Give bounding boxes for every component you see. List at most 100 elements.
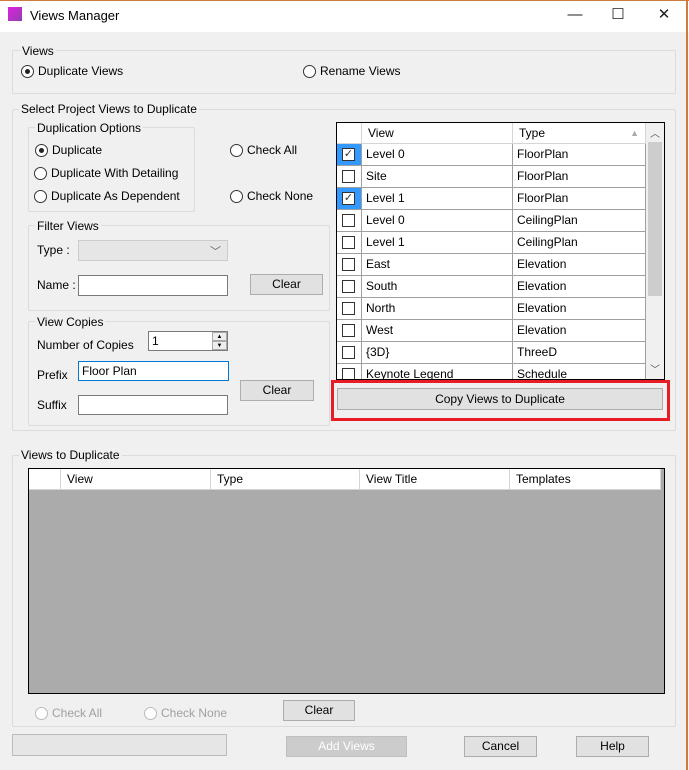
table-row[interactable]: Level 1 CeilingPlan	[337, 232, 646, 254]
add-views-button[interactable]: Add Views	[286, 736, 407, 757]
type-column-header[interactable]: Type ▲	[513, 123, 646, 144]
row-checkbox[interactable]	[342, 346, 355, 359]
bottom-check-none-radio[interactable]: Check None	[144, 706, 227, 720]
radio-label: Check None	[247, 189, 314, 203]
type-cell: ThreeD	[513, 342, 646, 363]
scroll-down-icon[interactable]: ﹀	[646, 361, 664, 376]
row-checkbox[interactable]	[342, 170, 355, 183]
table-row[interactable]: East Elevation	[337, 254, 646, 276]
radio-indicator	[34, 189, 47, 203]
project-views-grid[interactable]: View Type ▲ ✓ Level 0 FloorPlan Site Floo…	[336, 122, 665, 380]
check-none-radio[interactable]: Check None	[230, 189, 313, 203]
row-header-column	[29, 469, 61, 490]
checkbox-cell[interactable]	[337, 276, 362, 297]
prefix-label: Prefix	[37, 368, 68, 382]
type-cell: Elevation	[513, 276, 646, 297]
table-row[interactable]: Keynote Legend Schedule	[337, 364, 646, 379]
radio-label: Check All	[52, 706, 103, 720]
duplicate-with-detailing-radio[interactable]: Duplicate With Detailing	[34, 166, 178, 180]
checkbox-cell[interactable]	[337, 342, 362, 363]
type-select[interactable]: ﹀	[78, 240, 228, 261]
view-copies-label: View Copies	[35, 315, 106, 329]
name-input[interactable]	[78, 275, 228, 296]
close-button[interactable]: ✕	[644, 4, 684, 28]
checkbox-cell[interactable]	[337, 364, 362, 379]
radio-label: Duplicate Views	[38, 64, 124, 78]
copy-views-to-duplicate-button[interactable]: Copy Views to Duplicate	[337, 388, 663, 410]
stepper-up-icon[interactable]: ▲	[212, 332, 227, 341]
table-row[interactable]: ✓ Level 0 FloorPlan	[337, 144, 646, 166]
row-checkbox[interactable]: ✓	[342, 192, 355, 205]
window-title: Views Manager	[30, 8, 120, 23]
radio-indicator	[230, 189, 243, 203]
checkbox-cell[interactable]	[337, 210, 362, 231]
row-checkbox[interactable]: ✓	[342, 148, 355, 161]
view-cell: Level 0	[362, 210, 513, 231]
filter-clear-button[interactable]: Clear	[250, 274, 323, 295]
table-row[interactable]: Site FloorPlan	[337, 166, 646, 188]
checkbox-cell[interactable]	[337, 166, 362, 187]
view-column-header[interactable]: View	[61, 469, 211, 490]
checkbox-cell[interactable]	[337, 320, 362, 341]
scroll-up-icon[interactable]: ︿	[646, 125, 664, 140]
duplicate-as-dependent-radio[interactable]: Duplicate As Dependent	[34, 189, 180, 203]
sort-ascending-icon: ▲	[630, 128, 639, 138]
check-all-radio[interactable]: Check All	[230, 143, 297, 157]
view-column-header[interactable]: View	[362, 123, 513, 144]
row-checkbox[interactable]	[342, 236, 355, 249]
stepper-value: 1	[152, 334, 159, 348]
views-to-duplicate-label: Views to Duplicate	[19, 448, 122, 462]
scrollbar-thumb[interactable]	[648, 142, 662, 296]
type-cell: FloorPlan	[513, 166, 646, 187]
row-checkbox[interactable]	[342, 368, 355, 379]
radio-indicator	[230, 143, 243, 157]
help-button[interactable]: Help	[576, 736, 649, 757]
radio-label: Rename Views	[320, 64, 401, 78]
type-cell: CeilingPlan	[513, 232, 646, 253]
number-of-copies-stepper[interactable]: 1 ▲ ▼	[148, 331, 228, 351]
minimize-button[interactable]: —	[555, 4, 595, 28]
copies-clear-button[interactable]: Clear	[240, 380, 314, 401]
name-label: Name :	[37, 278, 76, 292]
suffix-input[interactable]	[78, 395, 228, 415]
templates-column-header[interactable]: Templates	[510, 469, 661, 490]
prefix-input[interactable]: Floor Plan	[78, 361, 229, 381]
checkbox-cell[interactable]: ✓	[337, 188, 362, 209]
maximize-button[interactable]: ☐	[598, 4, 638, 28]
row-checkbox[interactable]	[342, 214, 355, 227]
vertical-scrollbar[interactable]: ︿ ﹀	[646, 123, 664, 379]
table-row[interactable]: ✓ Level 1 FloorPlan	[337, 188, 646, 210]
row-checkbox[interactable]	[342, 302, 355, 315]
table-row[interactable]: South Elevation	[337, 276, 646, 298]
row-checkbox[interactable]	[342, 258, 355, 271]
checkbox-cell[interactable]	[337, 232, 362, 253]
checkbox-cell[interactable]: ✓	[337, 144, 362, 165]
view-title-column-header[interactable]: View Title	[360, 469, 510, 490]
window-border	[686, 0, 688, 770]
rename-views-radio[interactable]: Rename Views	[303, 64, 400, 78]
stepper-down-icon[interactable]: ▼	[212, 341, 227, 350]
table-row[interactable]: North Elevation	[337, 298, 646, 320]
radio-label: Check None	[161, 706, 228, 720]
bottom-check-all-radio[interactable]: Check All	[35, 706, 102, 720]
status-field	[12, 734, 227, 756]
checkbox-cell[interactable]	[337, 298, 362, 319]
radio-label: Check All	[247, 143, 298, 157]
checkbox-cell[interactable]	[337, 254, 362, 275]
bottom-clear-button[interactable]: Clear	[283, 700, 355, 721]
duplicate-radio[interactable]: Duplicate	[35, 143, 102, 157]
view-cell: Level 1	[362, 188, 513, 209]
table-row[interactable]: West Elevation	[337, 320, 646, 342]
type-cell: CeilingPlan	[513, 210, 646, 231]
select-views-group-label: Select Project Views to Duplicate	[19, 102, 199, 116]
table-row[interactable]: Level 0 CeilingPlan	[337, 210, 646, 232]
cancel-button[interactable]: Cancel	[464, 736, 537, 757]
duplicate-views-radio[interactable]: Duplicate Views	[21, 64, 123, 78]
row-checkbox[interactable]	[342, 324, 355, 337]
row-checkbox[interactable]	[342, 280, 355, 293]
type-column-header[interactable]: Type	[211, 469, 360, 490]
type-cell: Elevation	[513, 254, 646, 275]
table-row[interactable]: {3D} ThreeD	[337, 342, 646, 364]
view-cell: West	[362, 320, 513, 341]
views-to-duplicate-grid[interactable]: View Type View Title Templates	[28, 468, 665, 694]
